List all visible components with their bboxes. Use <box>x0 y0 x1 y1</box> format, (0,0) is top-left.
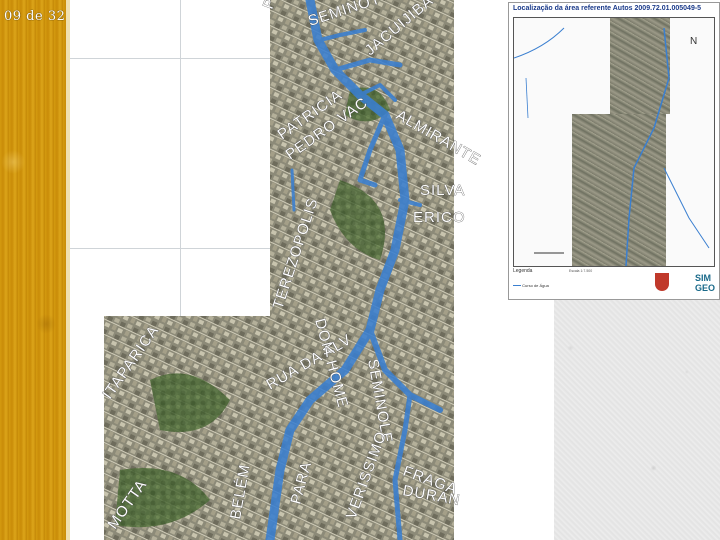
location-document: Localização da área referente Autos 2009… <box>508 2 720 300</box>
municipal-crest-icon <box>655 273 669 291</box>
street-label: ERICO <box>413 209 466 226</box>
legend-item: Curso de Água <box>513 283 549 288</box>
north-arrow-icon: N <box>690 36 697 47</box>
document-map-frame: N <box>513 17 715 267</box>
north-label: N <box>690 36 698 47</box>
document-footer-text: Escala 1:7.500 <box>569 269 593 273</box>
document-river-lines <box>514 27 710 266</box>
aerial-photo-top <box>270 0 454 330</box>
simgeo-logo: SIM GEO <box>695 273 716 293</box>
document-title: Localização da área referente Autos 2009… <box>513 5 702 12</box>
legend-item-label: Curso de Água <box>522 283 549 288</box>
street-label: SILVA <box>420 182 465 199</box>
legend-title: Legenda <box>513 268 533 274</box>
